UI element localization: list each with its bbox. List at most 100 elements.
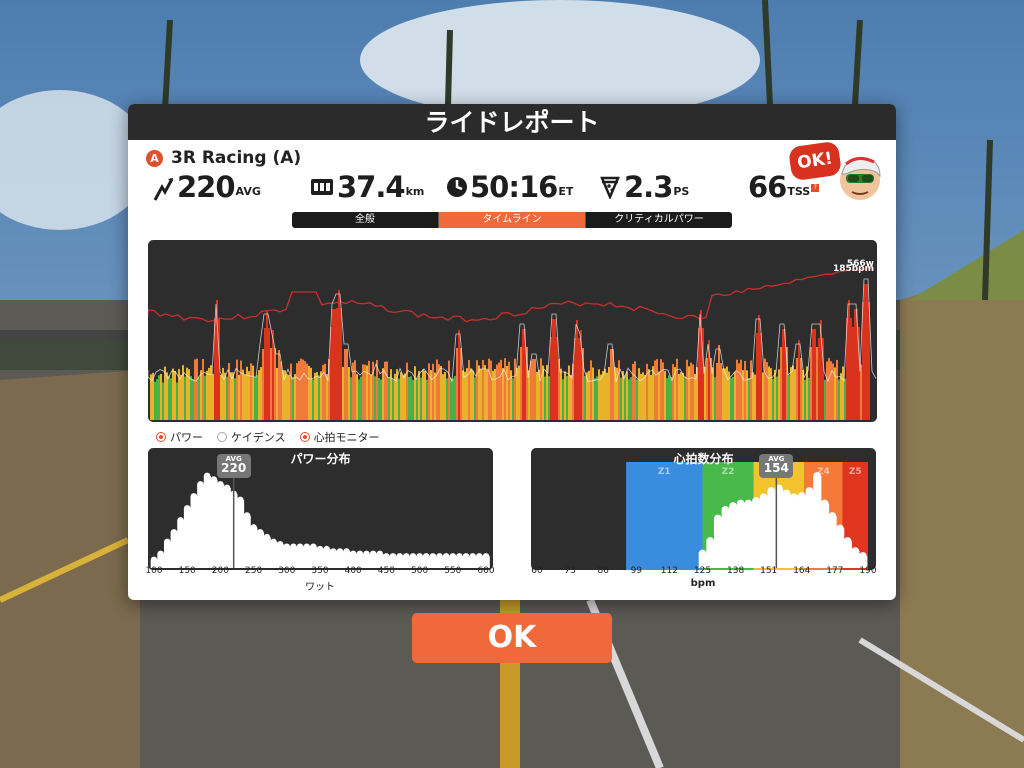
power-distribution-title: パワー分布 [290,452,351,466]
histogram-bar-cap [323,545,330,553]
power-bar [628,379,630,420]
power-bar [664,370,666,420]
ok-button[interactable]: OK [412,613,612,663]
power-bar [632,363,634,420]
power-bar [844,378,846,420]
power-x-label: ワット [305,582,335,593]
histogram-bar-cap [449,553,457,560]
power-bar [270,348,272,420]
power-bar [860,364,862,420]
power-bar [854,309,856,420]
power-bar [704,366,706,420]
power-bar [824,379,826,420]
power-bar [602,371,604,420]
power-bar [336,308,338,420]
power-bar [184,376,186,420]
tab-overview[interactable]: 全般 [292,212,439,228]
power-bar [794,369,796,420]
power-bar [306,363,308,420]
ride-report-dialog: ライドレポート A 3R Racing (A) 220 AVG 37.4 km … [128,104,896,600]
histogram-bar-cap [790,493,798,502]
power-bar [732,376,734,420]
histogram-bar [270,542,278,568]
power-bar [596,376,598,420]
histogram-bar-cap [759,493,768,502]
histogram-bar-cap [389,553,397,560]
histogram-bar-cap [706,537,714,545]
power-bar [192,378,194,420]
histogram-bar-cap [442,553,450,560]
stat-elapsed-time: 50:16 ET [446,170,573,202]
histogram-bar [820,503,830,568]
histogram-bar-cap [197,481,204,488]
power-bar [686,359,688,420]
histogram-bar [190,496,198,568]
tss-value: 66 [748,170,787,204]
histogram-bar-cap [343,548,350,555]
histogram-bar [744,503,753,568]
power-toggle-icon[interactable] [156,432,166,442]
power-bar [332,309,334,420]
power-bar [442,374,444,420]
power-bar [804,379,806,420]
power-bar [682,372,684,420]
histogram-bar-cap [744,499,753,508]
histogram-bar-cap [456,553,463,560]
histogram-bar-cap [283,543,291,551]
power-bar [302,359,304,420]
distance-value: 37.4 [337,170,406,204]
histogram-bar-cap [157,550,164,558]
power-bar [296,363,298,420]
power-bar [240,360,242,420]
power-bar [740,359,742,420]
power-bar [818,338,820,420]
legend-power[interactable]: パワー [156,429,203,445]
histogram-bar-cap [462,553,470,560]
power-bar [634,361,636,420]
histogram-bar-cap [851,547,860,555]
legend-heart-rate[interactable]: 心拍モニター [299,429,380,445]
power-bar [160,373,162,420]
power-bar [814,329,816,420]
lightning-icon [153,178,174,201]
x-tick-label: 190 [859,566,877,576]
power-bar [866,284,868,420]
heart-rate-toggle-icon[interactable] [299,432,310,442]
power-bar [478,365,480,420]
power-bar [424,370,426,420]
power-bar [624,375,626,420]
x-tick-label: 99 [630,566,643,576]
power-bar [426,379,428,420]
power-bar [388,376,390,420]
x-tick-label: 250 [245,566,263,576]
cadence-toggle-icon[interactable] [217,432,227,442]
power-bar [338,290,340,420]
histogram-bar-cap [256,529,264,536]
legend-cadence[interactable]: ケイデンス [217,429,286,445]
power-bar [530,360,532,420]
legend-power-label: パワー [170,431,203,444]
x-tick-label: 500 [411,566,429,576]
power-bar [472,370,474,420]
power-bar [198,377,200,420]
power-bar [536,371,538,420]
power-bar [716,363,718,420]
power-bar [796,358,798,420]
power-bar [592,367,594,420]
dialog-title: ライドレポート [128,104,896,140]
histogram-bar [170,532,178,568]
tab-timeline[interactable]: タイムライン [439,212,586,228]
power-bar [620,377,622,420]
histogram-bar [706,541,715,568]
power-bar [608,367,610,420]
histogram-bar [203,476,211,568]
x-tick-label: 60 [531,566,543,576]
power-bar [412,379,414,420]
power-bar [780,347,782,420]
power-bar [764,358,766,420]
power-bar [570,374,572,420]
power-bar [304,361,306,420]
tab-critical-power[interactable]: クリティカルパワー [586,212,732,228]
power-bar [156,379,158,420]
histogram-bar-cap [250,524,257,531]
